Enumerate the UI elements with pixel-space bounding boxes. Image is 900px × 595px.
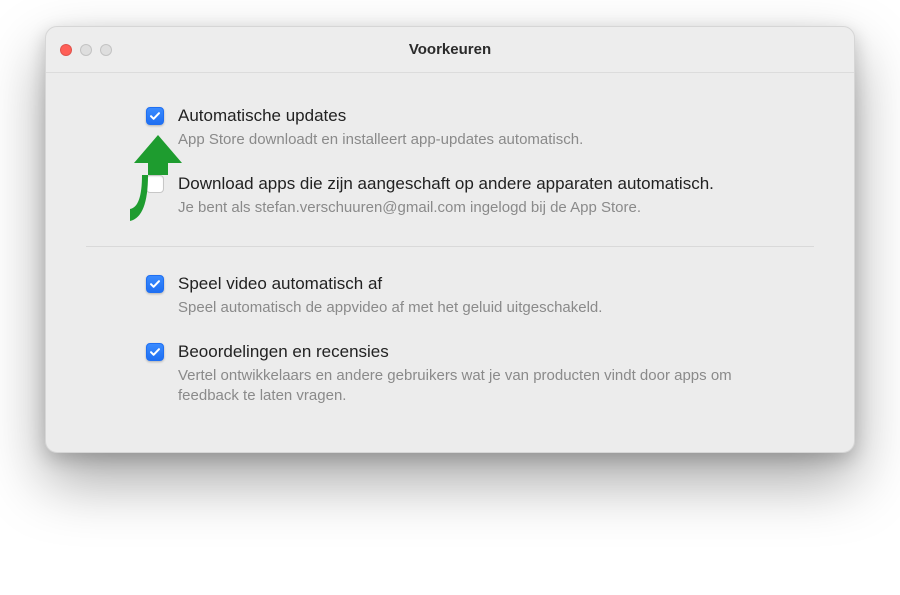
checkbox-auto-download[interactable] <box>146 175 164 193</box>
pref-row-auto-download: Download apps die zijn aangeschaft op an… <box>86 165 814 233</box>
window-title: Voorkeuren <box>409 41 491 58</box>
label-auto-download: Download apps die zijn aangeschaft op an… <box>178 173 714 194</box>
checkbox-autoplay[interactable] <box>146 275 164 293</box>
pref-row-autoplay: Speel video automatisch af Speel automat… <box>86 265 814 333</box>
desc-auto-updates: App Store downloadt en installeert app-u… <box>178 130 583 150</box>
zoom-icon[interactable] <box>100 44 112 56</box>
desc-reviews: Vertel ontwikkelaars en andere gebruiker… <box>178 366 758 407</box>
checkmark-icon <box>149 110 161 122</box>
pref-row-auto-updates: Automatische updates App Store downloadt… <box>86 97 814 165</box>
label-reviews: Beoordelingen en recensies <box>178 341 758 362</box>
titlebar: Voorkeuren <box>46 27 854 73</box>
label-auto-updates: Automatische updates <box>178 105 583 126</box>
label-autoplay: Speel video automatisch af <box>178 273 602 294</box>
checkmark-icon <box>149 346 161 358</box>
preferences-window: Voorkeuren Automatische updates App Stor… <box>45 26 855 453</box>
window-controls <box>60 44 112 56</box>
checkmark-icon <box>149 278 161 290</box>
checkbox-reviews[interactable] <box>146 343 164 361</box>
desc-autoplay: Speel automatisch de appvideo af met het… <box>178 298 602 318</box>
checkbox-auto-updates[interactable] <box>146 107 164 125</box>
pref-row-reviews: Beoordelingen en recensies Vertel ontwik… <box>86 333 814 421</box>
separator <box>86 246 814 247</box>
preferences-content: Automatische updates App Store downloadt… <box>46 73 854 452</box>
minimize-icon[interactable] <box>80 44 92 56</box>
close-icon[interactable] <box>60 44 72 56</box>
desc-auto-download: Je bent als stefan.verschuuren@gmail.com… <box>178 198 714 218</box>
